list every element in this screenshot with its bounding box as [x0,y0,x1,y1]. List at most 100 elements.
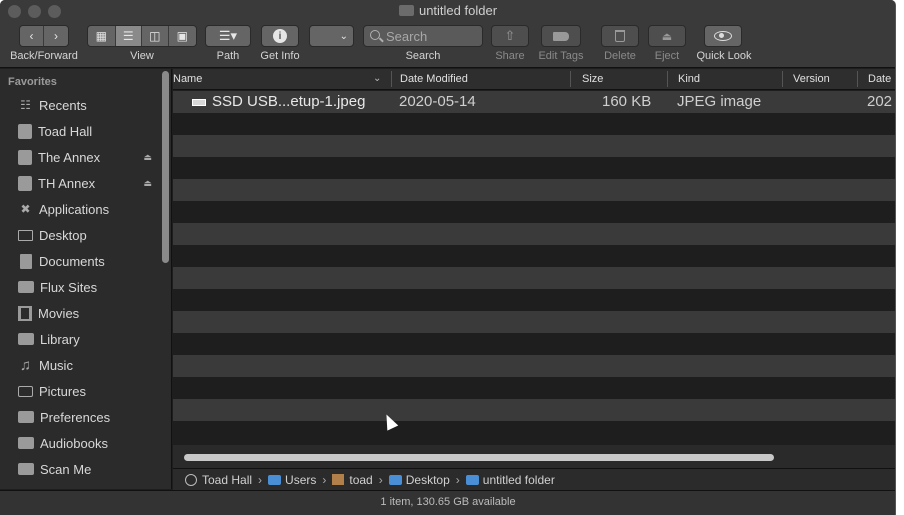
column-date-modified[interactable]: Date Modified [400,73,468,85]
eject-label: Eject [654,50,680,62]
sidebar-item-the-annex[interactable]: The Annex ⏏ [0,144,160,170]
path-icon: ☰▾ [218,28,238,43]
list-rows [173,91,895,445]
sidebar-item-audiobooks[interactable]: Audiobooks [0,430,160,456]
folder-icon [465,474,479,485]
column-divider[interactable] [570,71,571,87]
path-segment-untitled-folder[interactable]: untitled folder [483,473,555,487]
chevron-right-icon: › [378,472,383,487]
chevron-down-icon: ⌄ [339,30,348,42]
pictures-icon [18,385,33,397]
trash-icon [615,30,625,42]
delete-label: Delete [604,50,636,62]
path-segment-desktop[interactable]: Desktop [406,473,450,487]
column-date[interactable]: Date [868,73,891,85]
sidebar-item-flux-sites[interactable]: Flux Sites [0,274,160,300]
jpeg-file-icon [192,99,206,106]
sidebar-item-applications[interactable]: ✖ Applications [0,196,160,222]
home-icon [332,474,345,485]
table-row [173,399,895,421]
column-name[interactable]: Name [173,73,202,85]
file-name: SSD USB...etup-1.jpeg [212,93,366,110]
table-row [173,333,895,355]
sidebar-item-recents[interactable]: ☷ Recents [0,92,160,118]
horizontal-scrollbar[interactable] [173,445,895,469]
path-button[interactable]: ☰▾ [205,25,251,47]
table-row [173,179,895,201]
file-list: Name ⌄ Date Modified Size Kind Version D… [173,69,895,445]
gallery-view-button[interactable]: ▣ [168,26,196,46]
sidebar-item-pictures[interactable]: Pictures [0,378,160,404]
folder-icon [18,463,34,475]
scrollbar-thumb[interactable] [184,454,774,461]
back-forward-label: Back/Forward [10,50,78,62]
get-info-label: Get Info [260,50,300,62]
table-row [173,355,895,377]
column-version[interactable]: Version [793,73,830,85]
sidebar: Favorites ☷ Recents Toad Hall The Annex … [0,69,172,489]
chevron-right-icon: › [455,472,460,487]
sidebar-item-preferences[interactable]: Preferences [0,404,160,430]
chevron-down-icon[interactable]: ⌄ [373,73,381,84]
sidebar-item-music[interactable]: ♫ Music [0,352,160,378]
sidebar-scrollbar[interactable] [162,71,169,263]
delete-button[interactable] [601,25,639,47]
applications-icon: ✖ [20,202,31,216]
view-control[interactable]: ▦ ☰ ◫ ▣ [87,25,197,47]
sidebar-item-movies[interactable]: Movies [0,300,160,326]
sidebar-item-toad-hall[interactable]: Toad Hall [0,118,160,144]
icon-view-button[interactable]: ▦ [88,26,116,46]
quick-look-button[interactable] [704,25,742,47]
table-row [173,135,895,157]
column-view-button[interactable]: ◫ [142,26,169,46]
folder-icon [398,5,414,16]
table-row [173,223,895,245]
disk-icon [18,149,32,165]
eject-icon[interactable]: ⏏ [143,152,152,163]
desktop-icon [18,229,33,241]
search-input[interactable]: Search [363,25,483,47]
disk-icon [18,175,32,191]
column-size[interactable]: Size [582,73,603,85]
finder-window: untitled folder ‹ › Back/Forward ▦ ☰ ◫ ▣… [0,0,896,515]
column-divider[interactable] [667,71,668,87]
table-row [173,289,895,311]
file-row[interactable]: SSD USB...etup-1.jpeg 2020-05-14 160 KB … [173,91,895,113]
sidebar-item-scan-me[interactable]: Scan Me [0,456,160,482]
status-bar: 1 item, 130.65 GB available [0,490,895,515]
back-button[interactable]: ‹ [20,26,45,46]
view-label: View [130,50,154,62]
column-kind[interactable]: Kind [678,73,700,85]
sidebar-item-th-annex[interactable]: TH Annex ⏏ [0,170,160,196]
eye-icon [714,31,732,41]
folder-icon [18,333,34,345]
sidebar-item-desktop[interactable]: Desktop [0,222,160,248]
get-info-button[interactable]: i [261,25,299,47]
file-kind: JPEG image [677,93,762,110]
edit-tags-button[interactable] [541,25,581,47]
path-segment-toad[interactable]: toad [349,473,372,487]
recents-icon: ☷ [20,98,31,112]
sidebar-item-library[interactable]: Library [0,326,160,352]
column-header: Name ⌄ Date Modified Size Kind Version D… [173,69,895,90]
column-divider[interactable] [782,71,783,87]
eject-icon[interactable]: ⏏ [143,178,152,189]
sidebar-heading-favorites: Favorites [8,76,57,88]
path-segment-users[interactable]: Users [285,473,316,487]
file-size: 160 KB [602,93,652,110]
eject-button[interactable]: ⏏ [648,25,686,47]
column-divider[interactable] [857,71,858,87]
sidebar-item-documents[interactable]: Documents [0,248,160,274]
column-divider[interactable] [391,71,392,87]
back-forward-control[interactable]: ‹ › [19,25,69,47]
table-row [173,267,895,289]
disk-icon [185,473,197,486]
file-date: 202 [867,93,893,110]
forward-button[interactable]: › [44,26,68,46]
action-menu-button[interactable]: ⌄ [309,25,354,47]
search-icon [370,30,380,40]
share-button[interactable]: ⇧ [491,25,529,47]
path-segment-toad-hall[interactable]: Toad Hall [202,473,252,487]
list-view-button[interactable]: ☰ [115,26,143,46]
path-label: Path [216,50,240,62]
